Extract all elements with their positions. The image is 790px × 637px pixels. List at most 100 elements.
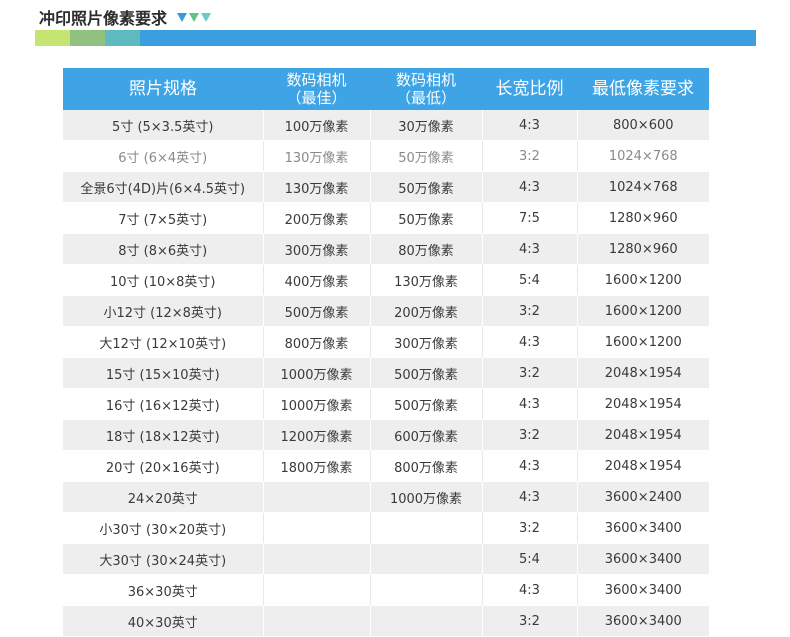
table-cell-min: 50万像素 (370, 171, 483, 203)
table-row: 36×30英寸 4:3 3600×3400 (63, 574, 709, 606)
table-cell-best (263, 543, 371, 575)
table-cell-pixels: 1600×1200 (577, 264, 709, 296)
table-cell-ratio: 7:5 (482, 202, 578, 234)
table-cell-min (370, 543, 483, 575)
table-cell-ratio: 5:4 (482, 264, 578, 296)
table-cell-ratio: 4:3 (482, 110, 578, 141)
header-bar-segment-green (70, 30, 105, 46)
table-cell-pixels: 2048×1954 (577, 450, 709, 482)
table-cell-ratio: 4:3 (482, 388, 578, 420)
header-min-pixels: 最低像素要求 (577, 68, 709, 110)
header-color-bar (35, 30, 756, 46)
table-cell-min (370, 574, 483, 606)
table-cell-spec: 40×30英寸 (63, 605, 264, 637)
table-cell-best: 1200万像素 (263, 419, 371, 451)
table-row: 20寸 (20×16英寸) 1800万像素 800万像素 4:3 2048×1954 (63, 450, 709, 482)
header-min-pixels-label: 最低像素要求 (592, 78, 694, 99)
table-row: 40×30英寸 3:2 3600×3400 (63, 605, 709, 637)
table-cell-pixels: 3600×3400 (577, 543, 709, 575)
table-cell-spec: 7寸 (7×5英寸) (63, 202, 264, 234)
table-cell-min: 130万像素 (370, 264, 483, 296)
table-cell-min (370, 605, 483, 637)
table-cell-pixels: 3600×3400 (577, 574, 709, 606)
header-camera-best-line2: （最佳） (286, 89, 347, 107)
table-row: 全景6寸(4D)片(6×4.5英寸) 130万像素 50万像素 4:3 1024×768 (63, 171, 709, 203)
table-row: 18寸 (18×12英寸) 1200万像素 600万像素 3:2 2048×1954 (63, 419, 709, 451)
table-cell-ratio: 3:2 (482, 419, 578, 451)
table-cell-pixels: 1024×768 (577, 171, 709, 203)
table-row: 10寸 (10×8英寸) 400万像素 130万像素 5:4 1600×1200 (63, 264, 709, 296)
table-cell-min: 800万像素 (370, 450, 483, 482)
header-bar-segment-teal (105, 30, 140, 46)
triangle-down-green-icon (189, 12, 200, 22)
triangle-down-teal-icon (201, 12, 212, 22)
table-cell-best: 1000万像素 (263, 357, 371, 389)
table-cell-min: 200万像素 (370, 295, 483, 327)
table-cell-pixels: 800×600 (577, 110, 709, 141)
triangle-icons (177, 12, 212, 22)
page-title: 冲印照片像素要求 (39, 5, 212, 29)
table-row: 小30寸 (30×20英寸) 3:2 3600×3400 (63, 512, 709, 544)
table-cell-ratio: 3:2 (482, 512, 578, 544)
table-cell-spec: 18寸 (18×12英寸) (63, 419, 264, 451)
table-row: 小12寸 (12×8英寸) 500万像素 200万像素 3:2 1600×1200 (63, 295, 709, 327)
table-cell-best: 200万像素 (263, 202, 371, 234)
table-cell-best: 400万像素 (263, 264, 371, 296)
table-cell-best (263, 574, 371, 606)
table-cell-pixels: 1600×1200 (577, 295, 709, 327)
table-cell-min: 50万像素 (370, 140, 483, 172)
table-cell-ratio: 3:2 (482, 357, 578, 389)
table-cell-ratio: 4:3 (482, 326, 578, 358)
table-cell-spec: 10寸 (10×8英寸) (63, 264, 264, 296)
header-camera-min-line1: 数码相机 (395, 71, 456, 89)
table-cell-spec: 8寸 (8×6英寸) (63, 233, 264, 265)
header-aspect-ratio: 长宽比例 (482, 68, 577, 110)
table-cell-min: 80万像素 (370, 233, 483, 265)
table-cell-pixels: 3600×3400 (577, 605, 709, 637)
table-cell-pixels: 1600×1200 (577, 326, 709, 358)
table-cell-best: 1800万像素 (263, 450, 371, 482)
table-cell-min: 500万像素 (370, 388, 483, 420)
table-cell-min: 600万像素 (370, 419, 483, 451)
table-cell-pixels: 3600×2400 (577, 481, 709, 513)
table-cell-spec: 大12寸 (12×10英寸) (63, 326, 264, 358)
table-cell-best: 800万像素 (263, 326, 371, 358)
table-cell-spec: 全景6寸(4D)片(6×4.5英寸) (63, 171, 264, 203)
table-cell-best (263, 605, 371, 637)
table-cell-min: 500万像素 (370, 357, 483, 389)
triangle-down-blue-icon (177, 12, 188, 22)
table-cell-ratio: 3:2 (482, 140, 578, 172)
header-camera-min: 数码相机 （最低） (370, 68, 482, 110)
table-cell-best (263, 512, 371, 544)
table-cell-pixels: 1024×768 (577, 140, 709, 172)
table-cell-ratio: 4:3 (482, 481, 578, 513)
table-cell-pixels: 1280×960 (577, 202, 709, 234)
table-row: 16寸 (16×12英寸) 1000万像素 500万像素 4:3 2048×1954 (63, 388, 709, 420)
header-camera-best-line1: 数码相机 (286, 71, 347, 89)
table-row: 6寸 (6×4英寸) 130万像素 50万像素 3:2 1024×768 (63, 140, 709, 172)
table-cell-spec: 15寸 (15×10英寸) (63, 357, 264, 389)
table-cell-min: 30万像素 (370, 110, 483, 141)
table-cell-pixels: 2048×1954 (577, 388, 709, 420)
table-row: 大30寸 (30×24英寸) 5:4 3600×3400 (63, 543, 709, 575)
header-camera-min-line2: （最低） (395, 89, 456, 107)
table-cell-ratio: 4:3 (482, 450, 578, 482)
header-bar-segment-lime (35, 30, 70, 46)
table-cell-pixels: 3600×3400 (577, 512, 709, 544)
table-row: 7寸 (7×5英寸) 200万像素 50万像素 7:5 1280×960 (63, 202, 709, 234)
table-cell-min: 300万像素 (370, 326, 483, 358)
table-cell-spec: 6寸 (6×4英寸) (63, 140, 264, 172)
page-title-text: 冲印照片像素要求 (39, 9, 168, 28)
table-cell-spec: 36×30英寸 (63, 574, 264, 606)
table-cell-spec: 24×20英寸 (63, 481, 264, 513)
table-cell-best: 100万像素 (263, 110, 371, 141)
table-cell-best (263, 481, 371, 513)
table-row: 大12寸 (12×10英寸) 800万像素 300万像素 4:3 1600×1200 (63, 326, 709, 358)
table-row: 24×20英寸 1000万像素 4:3 3600×2400 (63, 481, 709, 513)
table-cell-ratio: 3:2 (482, 295, 578, 327)
table-cell-spec: 小12寸 (12×8英寸) (63, 295, 264, 327)
header-aspect-ratio-label: 长宽比例 (495, 78, 564, 99)
table-row: 8寸 (8×6英寸) 300万像素 80万像素 4:3 1280×960 (63, 233, 709, 265)
table-cell-pixels: 2048×1954 (577, 357, 709, 389)
table-cell-best: 500万像素 (263, 295, 371, 327)
